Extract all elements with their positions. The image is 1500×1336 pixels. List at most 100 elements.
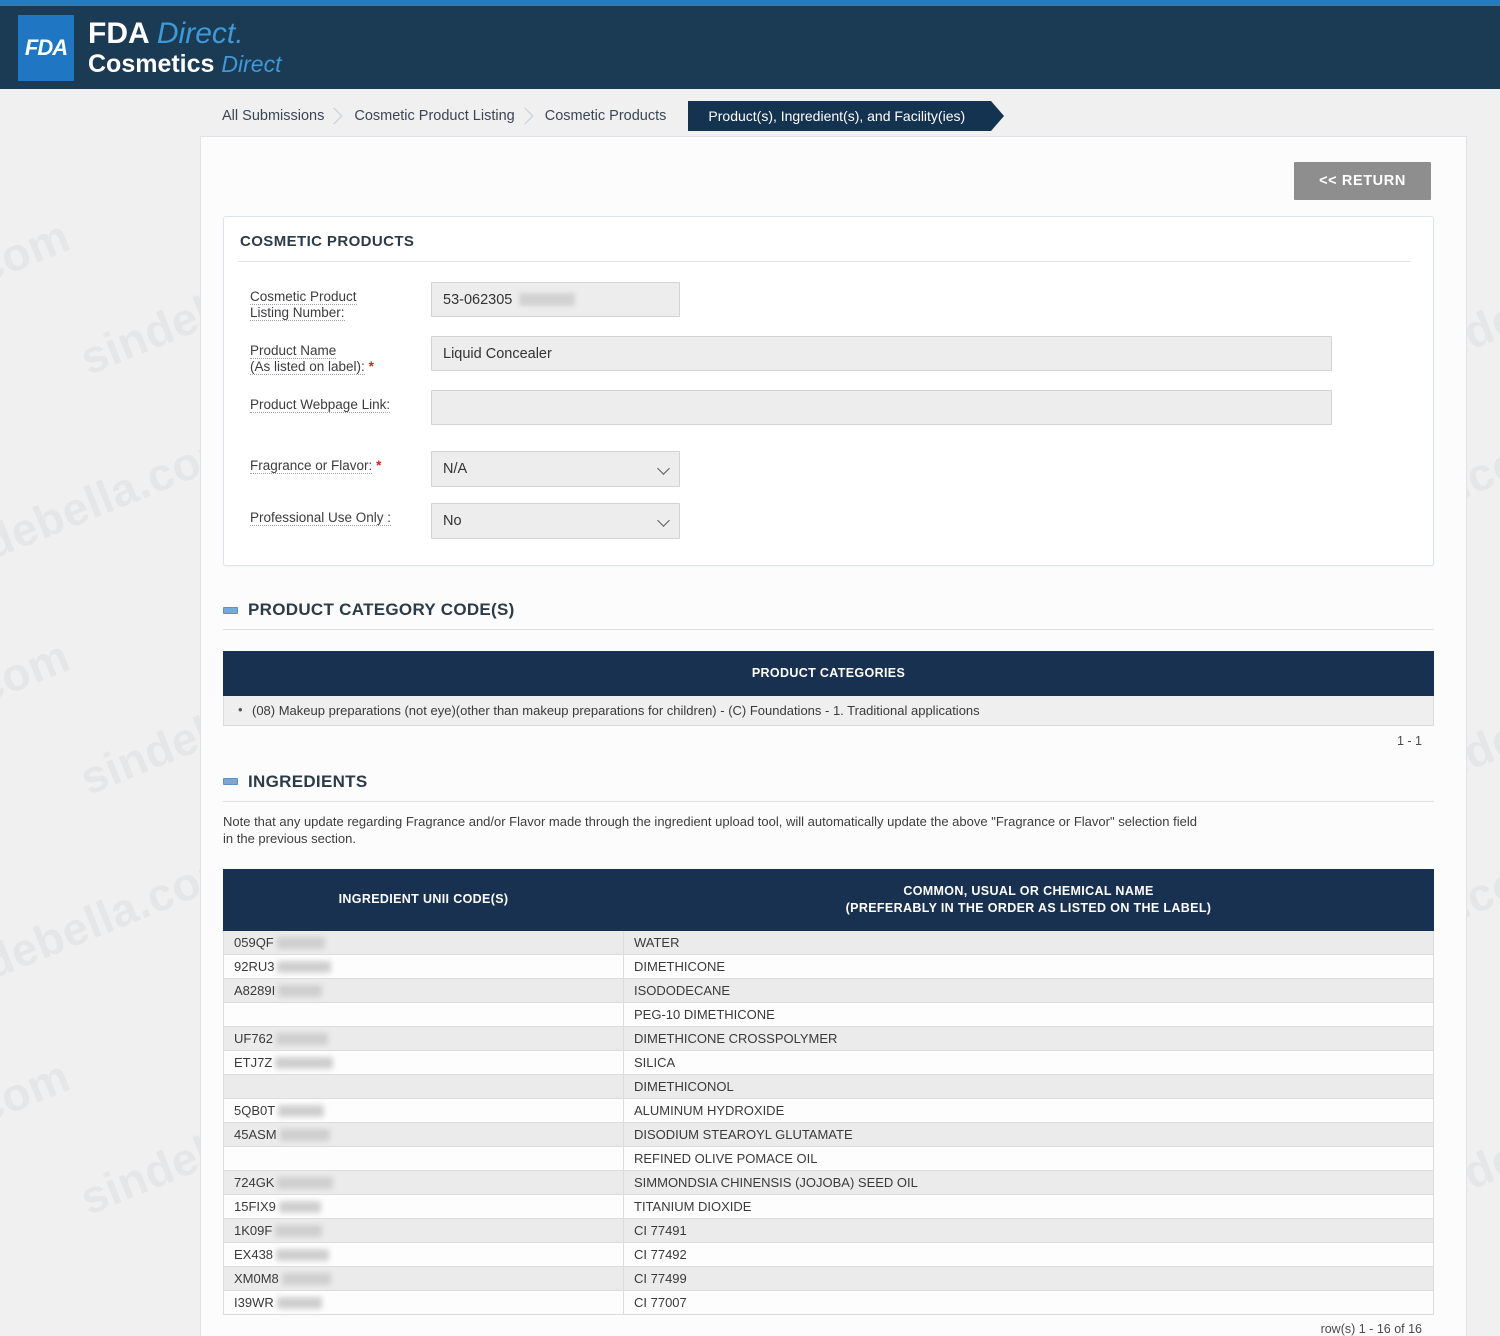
- ingredient-unii-cell: [224, 1074, 624, 1098]
- required-asterisk-fragrance: *: [376, 458, 381, 473]
- column-unii-code: INGREDIENT UNII CODE(S): [224, 870, 624, 931]
- watermark-text: sindebella.com: [0, 208, 77, 385]
- column-chemical-name-line1: COMMON, USUAL OR CHEMICAL NAME: [903, 884, 1153, 898]
- redaction-block: [275, 1057, 333, 1069]
- breadcrumb-item-all-submissions[interactable]: All Submissions: [208, 103, 340, 129]
- column-chemical-name: COMMON, USUAL OR CHEMICAL NAME (PREFERAB…: [624, 870, 1434, 931]
- redaction-block: [279, 1201, 321, 1213]
- logo-fda-text: FDA: [88, 17, 149, 50]
- redaction-block: [277, 961, 331, 973]
- unii-code-text: 059QF: [234, 935, 274, 950]
- listing-number-value: 53-062305: [443, 292, 512, 308]
- app-logo[interactable]: FDA FDA Direct. Cosmetics Direct: [18, 15, 281, 81]
- field-webpage-link: [431, 390, 1413, 425]
- unii-code-text: 1K09F: [234, 1223, 272, 1238]
- logo-direct-text: Direct.: [157, 17, 244, 50]
- fragrance-select[interactable]: N/A: [431, 451, 680, 487]
- ingredient-name-cell: SILICA: [624, 1050, 1434, 1074]
- professional-use-select[interactable]: No: [431, 503, 680, 539]
- table-row: 724GKSIMMONDSIA CHINENSIS (JOJOBA) SEED …: [224, 1170, 1434, 1194]
- ingredient-unii-cell: ETJ7Z: [224, 1050, 624, 1074]
- label-fragrance-text: Fragrance or Flavor:: [250, 458, 372, 474]
- table-row: REFINED OLIVE POMACE OIL: [224, 1146, 1434, 1170]
- ingredient-name-cell: WATER: [624, 930, 1434, 954]
- breadcrumb-item-active[interactable]: Product(s), Ingredient(s), and Facility(…: [688, 101, 991, 131]
- ingredient-unii-cell: A8289I: [224, 978, 624, 1002]
- label-professional-use-text: Professional Use Only :: [250, 510, 391, 526]
- field-row-product-name: Product Name (As listed on label): *: [236, 336, 1413, 374]
- label-fragrance-or-flavor: Fragrance or Flavor: *: [236, 451, 431, 474]
- ingredient-name-cell: CI 77499: [624, 1266, 1434, 1290]
- table-row: 15FIX9TITANIUM DIOXIDE: [224, 1194, 1434, 1218]
- product-categories-table: PRODUCT CATEGORIES (08) Makeup preparati…: [223, 651, 1434, 726]
- breadcrumb-item-cosmetic-product-listing[interactable]: Cosmetic Product Listing: [340, 103, 530, 129]
- ingredient-name-cell: SIMMONDSIA CHINENSIS (JOJOBA) SEED OIL: [624, 1170, 1434, 1194]
- unii-code-text: EX438: [234, 1247, 273, 1262]
- field-fragrance-or-flavor: N/A: [431, 451, 1413, 487]
- product-category-title: PRODUCT CATEGORY CODE(S): [248, 600, 515, 620]
- ingredient-unii-cell: [224, 1146, 624, 1170]
- ingredients-thead: INGREDIENT UNII CODE(S) COMMON, USUAL OR…: [224, 870, 1434, 931]
- table-row: UF762DIMETHICONE CROSSPOLYMER: [224, 1026, 1434, 1050]
- product-category-cell: (08) Makeup preparations (not eye)(other…: [224, 695, 1434, 725]
- ingredients-table: INGREDIENT UNII CODE(S) COMMON, USUAL OR…: [223, 869, 1434, 1315]
- redaction-block: [280, 1129, 330, 1141]
- field-row-professional-use: Professional Use Only : No: [236, 503, 1413, 539]
- product-categories-pager: 1 - 1: [211, 726, 1446, 748]
- ingredient-unii-cell: EX438: [224, 1242, 624, 1266]
- fragrance-selected-value: N/A: [443, 461, 467, 477]
- professional-use-selected-value: No: [443, 513, 462, 529]
- table-row: (08) Makeup preparations (not eye)(other…: [224, 695, 1434, 725]
- redaction-block: [278, 1105, 324, 1117]
- return-button[interactable]: << RETURN: [1294, 162, 1431, 200]
- unii-code-text: UF762: [234, 1031, 273, 1046]
- table-row: EX438 CI 77492: [224, 1242, 1434, 1266]
- label-product-name: Product Name (As listed on label): *: [236, 336, 431, 374]
- unii-code-text: A8289I: [234, 983, 275, 998]
- unii-code-text: 92RU3: [234, 959, 274, 974]
- ingredient-unii-cell: 92RU3: [224, 954, 624, 978]
- field-row-fragrance-or-flavor: Fragrance or Flavor: * N/A: [236, 451, 1413, 487]
- table-row: ETJ7Z SILICA: [224, 1050, 1434, 1074]
- ingredient-name-cell: DIMETHICONE: [624, 954, 1434, 978]
- watermark-text: sindebella.com: [0, 628, 77, 805]
- logo-line-1: FDA Direct.: [88, 17, 281, 51]
- fragrance-select-wrapper: N/A: [431, 451, 680, 487]
- collapse-minus-icon[interactable]: [223, 778, 238, 785]
- table-row: 5QB0T ALUMINUM HYDROXIDE: [224, 1098, 1434, 1122]
- product-name-input[interactable]: [431, 336, 1332, 371]
- label-webpage-link: Product Webpage Link:: [236, 390, 431, 413]
- ingredient-unii-cell: 724GK: [224, 1170, 624, 1194]
- product-category-section-header[interactable]: PRODUCT CATEGORY CODE(S): [223, 600, 1434, 630]
- required-asterisk-product-name: *: [369, 359, 374, 374]
- label-listing-number: Cosmetic Product Listing Number:: [236, 282, 431, 320]
- fda-logo-icon: FDA: [18, 15, 74, 81]
- app-header: FDA FDA Direct. Cosmetics Direct: [0, 6, 1500, 89]
- ingredient-name-cell: CI 77492: [624, 1242, 1434, 1266]
- ingredient-name-cell: ALUMINUM HYDROXIDE: [624, 1098, 1434, 1122]
- listing-number-input[interactable]: 53-062305: [431, 282, 680, 317]
- ingredient-unii-cell: [224, 1002, 624, 1026]
- collapse-minus-icon[interactable]: [223, 607, 238, 614]
- table-row: 45ASMDISODIUM STEAROYL GLUTAMATE: [224, 1122, 1434, 1146]
- ingredients-note-line2: in the previous section.: [223, 831, 356, 846]
- redaction-block: [275, 1225, 322, 1237]
- ingredients-title: INGREDIENTS: [248, 772, 367, 792]
- table-row: XM0M8CI 77499: [224, 1266, 1434, 1290]
- ingredient-name-cell: DISODIUM STEAROYL GLUTAMATE: [624, 1122, 1434, 1146]
- ingredient-name-cell: CI 77491: [624, 1218, 1434, 1242]
- webpage-link-input[interactable]: [431, 390, 1332, 425]
- label-webpage-link-text: Product Webpage Link:: [250, 397, 390, 413]
- breadcrumb-item-cosmetic-products[interactable]: Cosmetic Products: [531, 103, 683, 129]
- redaction-block: [282, 1273, 331, 1285]
- label-product-name-line1: Product Name: [250, 343, 336, 359]
- ingredient-unii-cell: I39WR: [224, 1290, 624, 1314]
- toolbar: << RETURN: [211, 159, 1456, 200]
- unii-code-text: 5QB0T: [234, 1103, 275, 1118]
- field-row-listing-number: Cosmetic Product Listing Number: 53-0623…: [236, 282, 1413, 320]
- ingredients-section-header[interactable]: INGREDIENTS: [223, 772, 1434, 802]
- unii-code-text: ETJ7Z: [234, 1055, 272, 1070]
- table-row: 059QF WATER: [224, 930, 1434, 954]
- table-row: DIMETHICONOL: [224, 1074, 1434, 1098]
- ingredient-name-cell: CI 77007: [624, 1290, 1434, 1314]
